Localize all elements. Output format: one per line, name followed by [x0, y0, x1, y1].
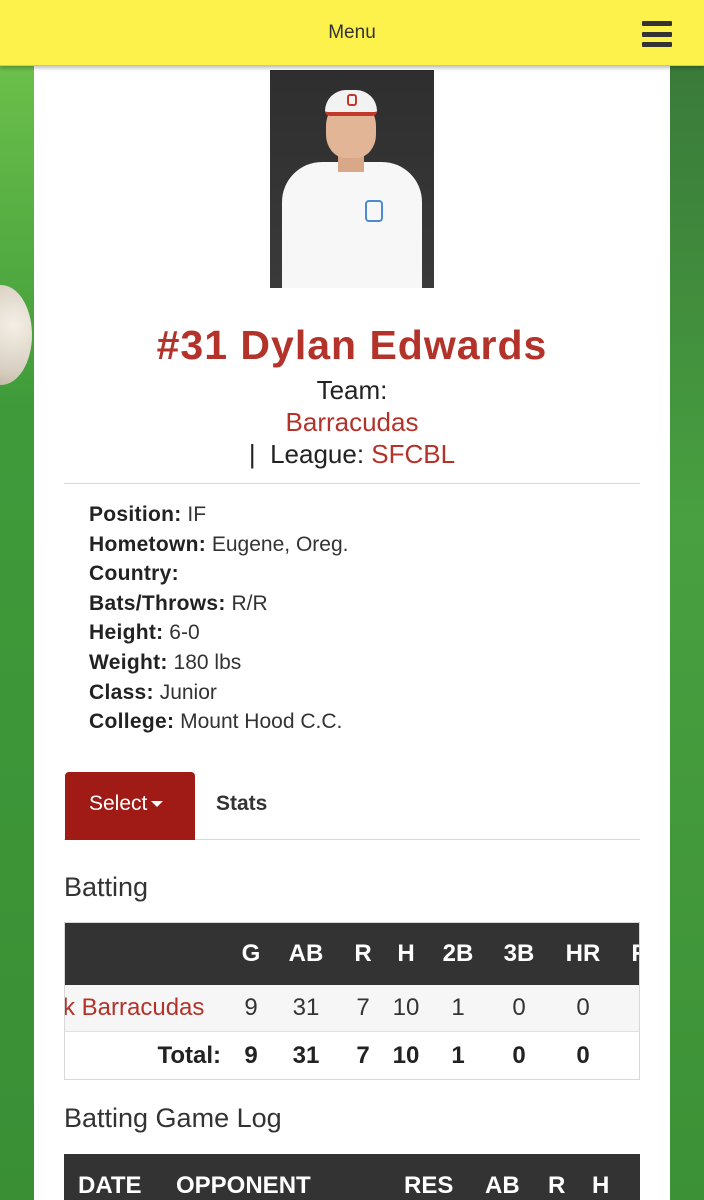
col-ab: AB	[288, 940, 324, 967]
tab-stats[interactable]: Stats	[216, 792, 267, 816]
cell-3b: 0	[512, 994, 526, 1021]
game-log-title: Batting Game Log	[64, 1103, 282, 1133]
bio-college: College: Mount Hood C.C.	[89, 710, 343, 734]
total-3b: 0	[512, 1042, 526, 1069]
col-r: R	[548, 1172, 566, 1199]
total-label: Total:	[157, 1042, 221, 1069]
total-g: 9	[244, 1042, 258, 1069]
table-row: rk Barracudas 9 31 7 10 1 0 0	[65, 985, 639, 1032]
batting-header-row: G AB R H 2B 3B HR R	[65, 923, 639, 985]
col-hr: HR	[565, 940, 601, 967]
cell-g: 9	[244, 994, 258, 1021]
divider	[64, 483, 640, 484]
total-r: 7	[356, 1042, 370, 1069]
col-g: G	[241, 940, 261, 967]
bio-position: Position: IF	[89, 503, 207, 526]
content-panel: #31 Dylan Edwards Team: Barracudas | Lea…	[34, 66, 670, 1200]
bio-weight: Weight: 180 lbs	[89, 650, 242, 674]
bio-country: Country:	[89, 562, 179, 586]
menu-label[interactable]: Menu	[0, 22, 704, 44]
player-name: #31 Dylan Edwards	[156, 322, 548, 368]
game-log-table-header: DATE OPPONENT RES AB R H	[64, 1154, 640, 1200]
team-name-link[interactable]: rk Barracudas	[65, 994, 204, 1022]
background-right	[670, 66, 704, 1200]
batting-title: Batting	[64, 872, 149, 902]
bio-class: Class: Junior	[89, 680, 217, 704]
col-r: R	[354, 940, 372, 967]
total-hr: 0	[576, 1042, 590, 1069]
col-date: DATE	[78, 1172, 142, 1199]
total-ab: 31	[292, 1042, 320, 1069]
cell-r: 7	[356, 994, 370, 1021]
total-2b: 1	[451, 1042, 465, 1069]
col-ab: AB	[485, 1172, 520, 1199]
team-label: Team:	[316, 375, 388, 405]
col-res: RES	[404, 1172, 454, 1199]
batting-table: G AB R H 2B 3B HR R rk Barracudas 9 31 7…	[64, 922, 640, 1080]
col-h: H	[397, 940, 415, 967]
bio-bats-throws: Bats/Throws: R/R	[89, 591, 268, 615]
background-left	[0, 66, 34, 1200]
col-h: H	[592, 1172, 610, 1199]
caret-down-icon	[151, 801, 164, 808]
col-3b: 3B	[503, 940, 535, 967]
cell-hr: 0	[576, 994, 590, 1021]
col-2b: 2B	[442, 940, 474, 967]
total-row: Total: 9 31 7 10 1 0 0	[65, 1033, 639, 1079]
bio-height: Height: 6-0	[89, 621, 200, 645]
stats-tabs: Select Stats	[64, 772, 640, 840]
select-dropdown-tab[interactable]: Select	[65, 772, 195, 840]
col-opponent: OPPONENT	[176, 1172, 311, 1199]
league-line: | League: SFCBL	[34, 439, 670, 470]
team-link[interactable]: Barracudas	[34, 407, 670, 438]
league-link[interactable]: SFCBL	[371, 439, 455, 469]
cell-2b: 1	[451, 994, 465, 1021]
bio-hometown: Hometown: Eugene, Oreg.	[89, 532, 349, 556]
col-rbi-partial: R	[625, 940, 639, 968]
league-label: | League:	[248, 439, 372, 469]
hamburger-menu-icon[interactable]	[642, 21, 672, 47]
cell-ab: 31	[292, 994, 320, 1021]
total-h: 10	[392, 1042, 420, 1069]
player-photo	[270, 70, 434, 288]
top-navigation-bar: Menu	[0, 0, 704, 66]
cell-h: 10	[392, 994, 420, 1021]
player-bio: Position: IF Hometown: Eugene, Oreg. Cou…	[89, 500, 348, 737]
